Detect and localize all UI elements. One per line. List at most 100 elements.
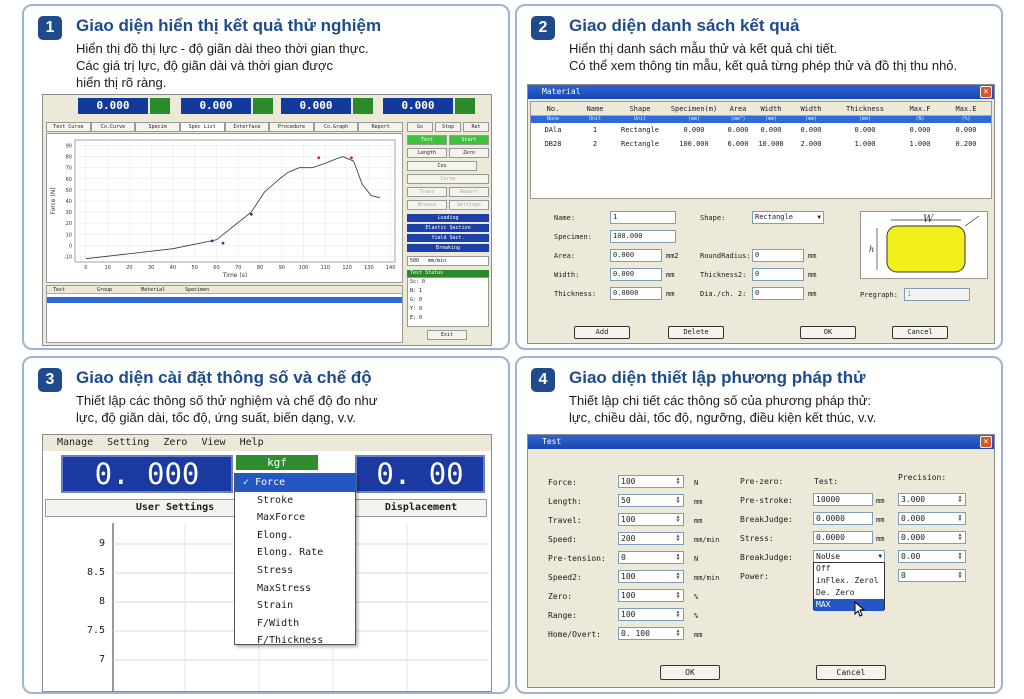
report-button[interactable]: Report xyxy=(449,187,489,197)
width-field[interactable]: 0.000 xyxy=(610,268,662,281)
tab-co-graph[interactable]: Co.Graph xyxy=(313,122,359,132)
thickness-field[interactable]: 0.0000 xyxy=(610,287,662,300)
spinner-icon[interactable]: ▲ ▼ xyxy=(956,533,964,542)
speed-control[interactable]: 500 mm/min xyxy=(407,256,489,266)
precision-field[interactable]: 0.00 ▲ ▼ xyxy=(898,550,966,563)
grid-units-row[interactable]: None Unit Unit (mm) (mm²) (mm) (mm) (mm) (N) (%) xyxy=(531,116,991,123)
table-row[interactable]: DAla 1 Rectangle 0.000 0.000 0.000 0.000 0.000 0… xyxy=(531,123,991,137)
parameter-field[interactable]: 0 ▲ ▼ xyxy=(618,551,684,564)
settings-button[interactable]: Settings xyxy=(449,200,489,210)
option-stress[interactable]: Stress xyxy=(235,562,355,580)
option-f-thickness[interactable]: F/Thickness xyxy=(235,632,355,650)
break-judge-field[interactable]: 0.0000 xyxy=(813,512,873,525)
cancel-button[interactable]: Cancel xyxy=(816,665,886,680)
dia-field[interactable]: 0 xyxy=(752,287,804,300)
option-f-width[interactable]: F/Width xyxy=(235,615,355,633)
table-row[interactable] xyxy=(47,297,402,303)
zero-button[interactable]: Zero xyxy=(449,148,489,158)
test-button[interactable]: Test xyxy=(407,135,447,145)
precision-field[interactable]: 3.000 ▲ ▼ xyxy=(898,493,966,506)
spinner-icon[interactable]: ▲ ▼ xyxy=(674,591,682,600)
stop-button[interactable]: Stop xyxy=(435,122,461,132)
option-inflex-zero[interactable]: inFlex. Zerol xyxy=(814,575,884,587)
curve-button[interactable]: Curve xyxy=(407,174,489,184)
add-button[interactable]: Add xyxy=(574,326,630,339)
thickness2-field[interactable]: 0 xyxy=(752,268,804,281)
unit-badge[interactable] xyxy=(150,98,170,114)
close-icon[interactable]: × xyxy=(980,436,992,448)
unit-selector[interactable]: kgf xyxy=(236,455,318,470)
length-button[interactable]: Length xyxy=(407,148,447,158)
exit-button[interactable]: Exit xyxy=(427,330,467,340)
parameter-field[interactable]: 100 ▲ ▼ xyxy=(618,475,684,488)
spinner-icon[interactable]: ▲ ▼ xyxy=(956,495,964,504)
start-button[interactable]: Start xyxy=(449,135,489,145)
delete-button[interactable]: Delete xyxy=(668,326,724,339)
unit-badge[interactable] xyxy=(253,98,273,114)
browse-button[interactable]: Browse xyxy=(407,200,447,210)
ok-button[interactable]: OK xyxy=(800,326,856,339)
close-icon[interactable]: × xyxy=(980,86,992,98)
tab-spec-list[interactable]: Spec List xyxy=(179,122,225,132)
parameter-field[interactable]: 100 ▲ ▼ xyxy=(618,570,684,583)
tab-co-curve[interactable]: Co.Curve xyxy=(90,122,136,132)
precision-field[interactable]: 0.000 ▲ ▼ xyxy=(898,512,966,525)
pregraph-field[interactable]: 1 xyxy=(904,288,970,301)
tab-report[interactable]: Report xyxy=(358,122,403,132)
option-maxstress[interactable]: MaxStress xyxy=(235,580,355,598)
option-de-zero[interactable]: De. Zero xyxy=(814,587,884,599)
menu-manage[interactable]: Manage xyxy=(57,437,93,448)
name-field[interactable]: 1 xyxy=(610,211,676,224)
tab-specim[interactable]: Specim xyxy=(135,122,180,132)
ok-button[interactable]: OK xyxy=(660,665,720,680)
option-max[interactable]: MAX xyxy=(814,599,884,611)
tab-test-curve[interactable]: Test Curve xyxy=(46,122,91,132)
stress-field[interactable]: 0.0000 xyxy=(813,531,873,544)
spinner-icon[interactable]: ▲ ▼ xyxy=(956,571,964,580)
spinner-icon[interactable]: ▲ ▼ xyxy=(674,534,682,543)
precision-field[interactable]: 0 ▲ ▼ xyxy=(898,569,966,582)
go-button[interactable]: Go xyxy=(407,122,433,132)
specimen-field[interactable]: 100.000 xyxy=(610,230,676,243)
spinner-icon[interactable]: ▲ ▼ xyxy=(956,514,964,523)
menu-zero[interactable]: Zero xyxy=(163,437,187,448)
area-field[interactable]: 0.000 xyxy=(610,249,662,262)
parameter-field[interactable]: 0. 100 ▲ ▼ xyxy=(618,627,684,640)
unit-badge[interactable] xyxy=(353,98,373,114)
round-radius-field[interactable]: 0 xyxy=(752,249,804,262)
spinner-icon[interactable]: ▲ ▼ xyxy=(956,552,964,561)
cos-button[interactable]: Cos xyxy=(407,161,477,171)
spinner-icon[interactable]: ▲ ▼ xyxy=(674,515,682,524)
spinner-icon[interactable]: ▲ ▼ xyxy=(674,572,682,581)
spinner-icon[interactable]: ▲ ▼ xyxy=(674,610,682,619)
shape-select[interactable]: Rectangle ▼ xyxy=(752,211,824,224)
parameter-field[interactable]: 200 ▲ ▼ xyxy=(618,532,684,545)
spinner-icon[interactable]: ▲ ▼ xyxy=(674,553,682,562)
cancel-button[interactable]: Cancel xyxy=(892,326,948,339)
option-strain[interactable]: Strain xyxy=(235,597,355,615)
precision-field[interactable]: 0.000 ▲ ▼ xyxy=(898,531,966,544)
return-button[interactable]: Ret xyxy=(463,122,489,132)
pre-stroke-field[interactable]: 10000 xyxy=(813,493,873,506)
option-off[interactable]: Off xyxy=(814,563,884,575)
option-elong-rate[interactable]: Elong. Rate xyxy=(235,544,355,562)
option-maxforce[interactable]: MaxForce xyxy=(235,509,355,527)
parameter-field[interactable]: 100 ▲ ▼ xyxy=(618,589,684,602)
parameter-field[interactable]: 50 ▲ ▼ xyxy=(618,494,684,507)
tab-procedure[interactable]: Procedure xyxy=(269,122,314,132)
option-force[interactable]: ✓ Force xyxy=(235,474,355,492)
menu-help[interactable]: Help xyxy=(240,437,264,448)
menu-view[interactable]: View xyxy=(201,437,225,448)
parameter-field[interactable]: 100 ▲ ▼ xyxy=(618,608,684,621)
tab-interface[interactable]: Interface xyxy=(224,122,270,132)
displacement-header[interactable]: Displacement xyxy=(355,499,487,517)
spinner-icon[interactable]: ▲ ▼ xyxy=(674,629,682,638)
option-elong[interactable]: Elong. xyxy=(235,527,355,545)
unit-badge[interactable] xyxy=(455,98,475,114)
table-row[interactable]: DB28 2 Rectangle 100.000 6.000 10.000 2.000 1.0… xyxy=(531,137,991,151)
option-stroke[interactable]: Stroke xyxy=(235,492,355,510)
spinner-icon[interactable]: ▲ ▼ xyxy=(674,477,682,486)
trans-button[interactable]: Trans xyxy=(407,187,447,197)
spinner-icon[interactable]: ▲ ▼ xyxy=(674,496,682,505)
parameter-field[interactable]: 100 ▲ ▼ xyxy=(618,513,684,526)
